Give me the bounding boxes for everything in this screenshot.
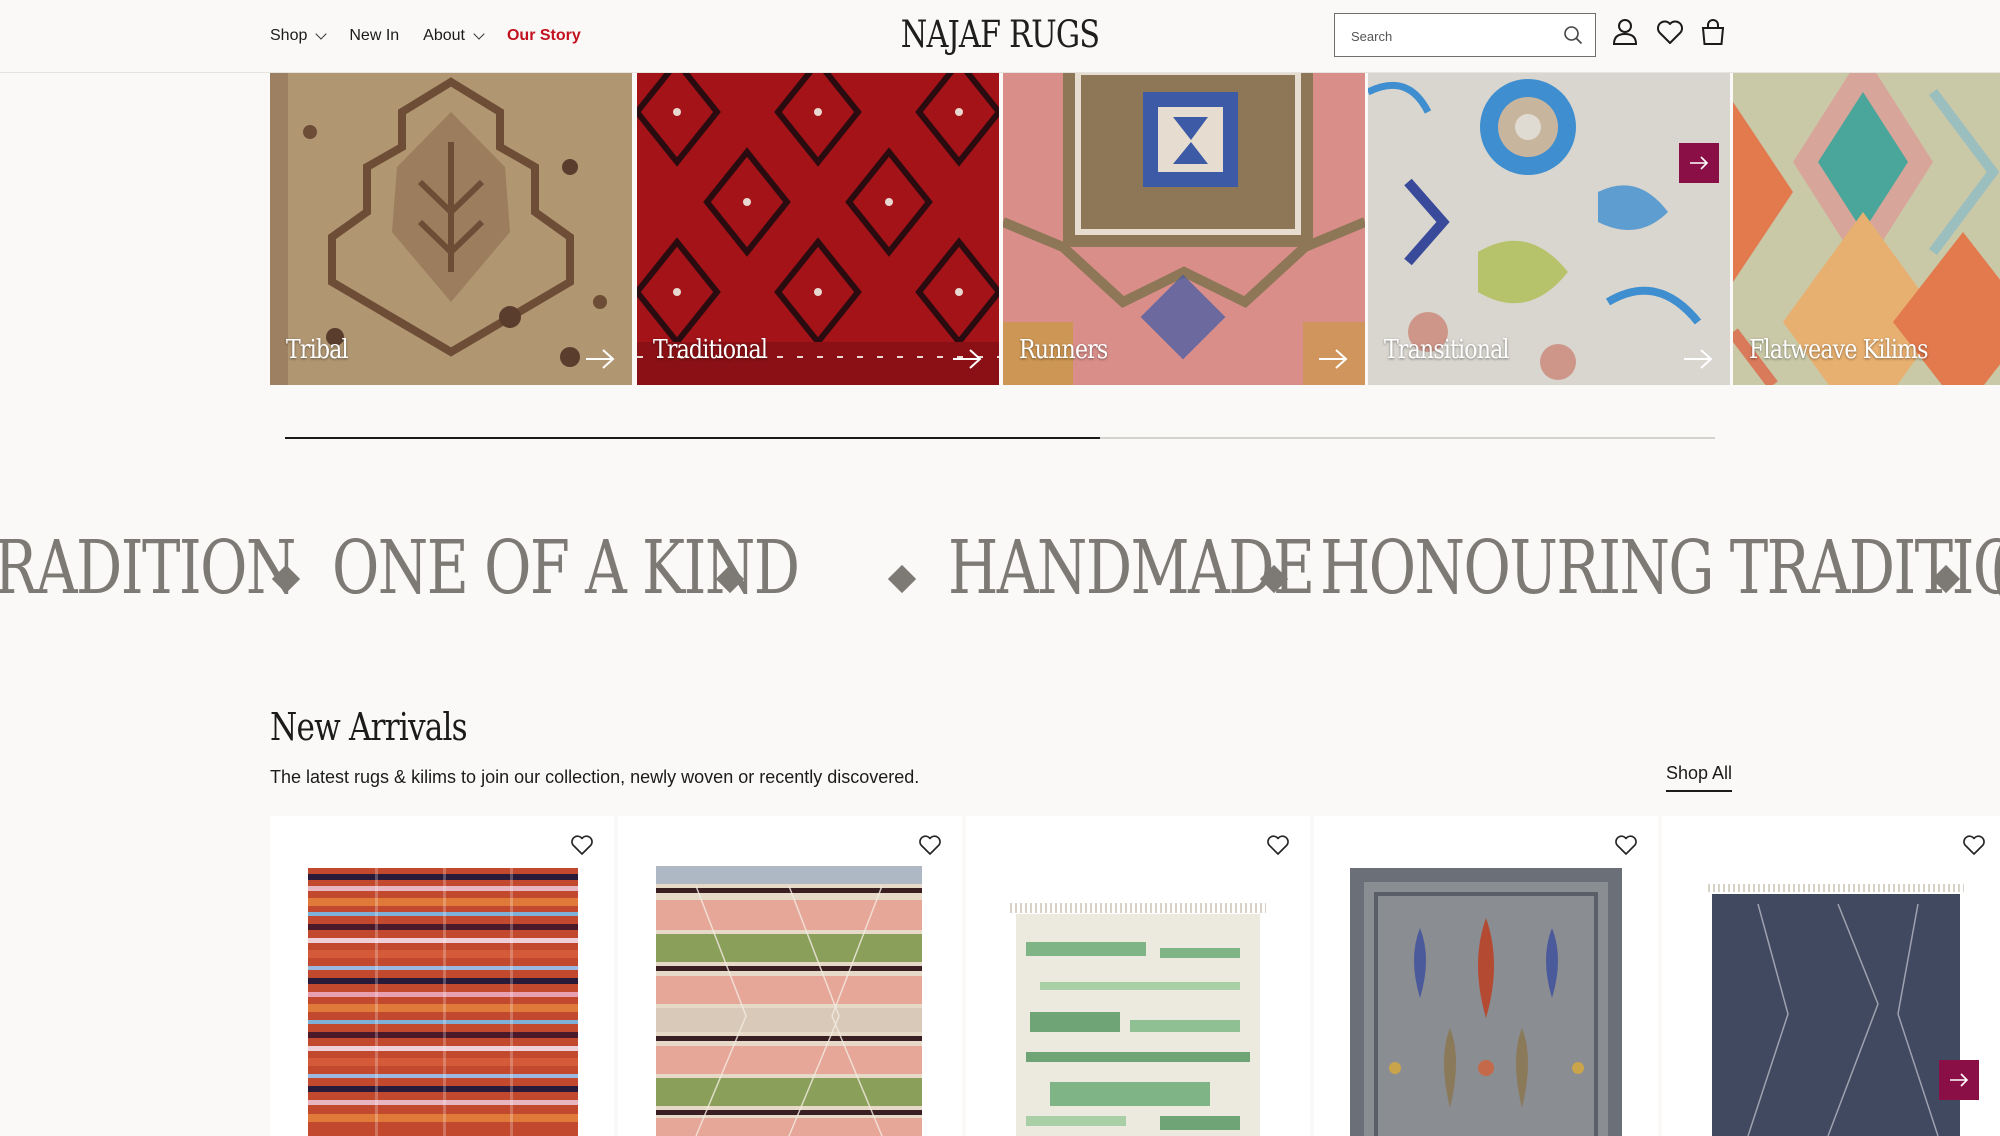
carousel-progress-fill	[285, 437, 1101, 439]
product-rug-image	[1708, 884, 1964, 1136]
search-input[interactable]	[1349, 24, 1553, 48]
wishlist-heart-icon[interactable]	[570, 834, 594, 856]
product-card[interactable]	[618, 816, 962, 1136]
carousel-progress-bar[interactable]	[285, 437, 1715, 439]
cart-bag-icon[interactable]	[1700, 18, 1726, 46]
product-rug-image	[1010, 903, 1266, 1136]
marquee-item: (	[1990, 525, 2000, 611]
wishlist-heart-icon[interactable]	[1614, 834, 1638, 856]
category-label: Tribal	[286, 335, 349, 365]
category-label: Runners	[1019, 335, 1108, 365]
new-arrivals-title: New Arrivals	[270, 705, 468, 749]
category-label: Flatweave Kilims	[1749, 335, 1928, 365]
category-card-tribal[interactable]: Tribal	[270, 72, 632, 385]
category-card-flatweave-kilims[interactable]: Flatweave Kilims	[1733, 72, 2000, 385]
product-rug-image	[308, 868, 578, 1136]
wishlist-heart-icon[interactable]	[1962, 834, 1986, 856]
category-card-transitional[interactable]: Transitional	[1368, 72, 1730, 385]
carousel-next-button[interactable]	[1679, 143, 1719, 183]
arrow-right-icon	[1690, 156, 1709, 170]
arrow-right-icon	[1319, 349, 1348, 369]
category-label: Transitional	[1384, 335, 1510, 365]
category-card-runners[interactable]: Runners	[1003, 72, 1365, 385]
category-card-traditional[interactable]: Traditional	[637, 72, 999, 385]
new-arrivals-subtitle: The latest rugs & kilims to join our col…	[270, 767, 920, 787]
arrow-right-icon	[586, 349, 615, 369]
product-rug-image	[656, 866, 922, 1136]
product-rug-image	[1350, 868, 1622, 1136]
diamond-separator	[887, 564, 917, 594]
category-carousel: Tribal Traditional Runners Transitional …	[270, 72, 2000, 385]
marquee-item: HONOURING TRADITION	[1320, 525, 2000, 611]
wishlist-heart-icon[interactable]	[1266, 834, 1290, 856]
arrow-right-icon	[1950, 1073, 1969, 1087]
arrow-right-icon	[1684, 349, 1713, 369]
product-card[interactable]	[270, 816, 614, 1136]
account-icon[interactable]	[1612, 18, 1638, 46]
values-marquee: RADITION ONE OF A KIND HANDMADE HONOURIN…	[0, 525, 2000, 625]
search-box	[1334, 13, 1596, 57]
shop-all-link[interactable]: Shop All	[1666, 763, 1733, 792]
marquee-item: RADITION	[0, 525, 296, 611]
header-actions	[1612, 18, 1726, 46]
arrow-right-icon	[953, 349, 982, 369]
product-card[interactable]	[966, 816, 1310, 1136]
search-icon[interactable]	[1563, 25, 1583, 50]
site-header: Shop New In About Our Story NAJAF RUGS	[0, 0, 2000, 73]
marquee-item: HANDMADE	[948, 525, 1315, 611]
product-card[interactable]	[1314, 816, 1658, 1136]
wishlist-heart-icon[interactable]	[918, 834, 942, 856]
category-label: Traditional	[653, 335, 768, 365]
product-carousel-next-button[interactable]	[1939, 1060, 1979, 1100]
wishlist-heart-icon[interactable]	[1656, 18, 1683, 46]
